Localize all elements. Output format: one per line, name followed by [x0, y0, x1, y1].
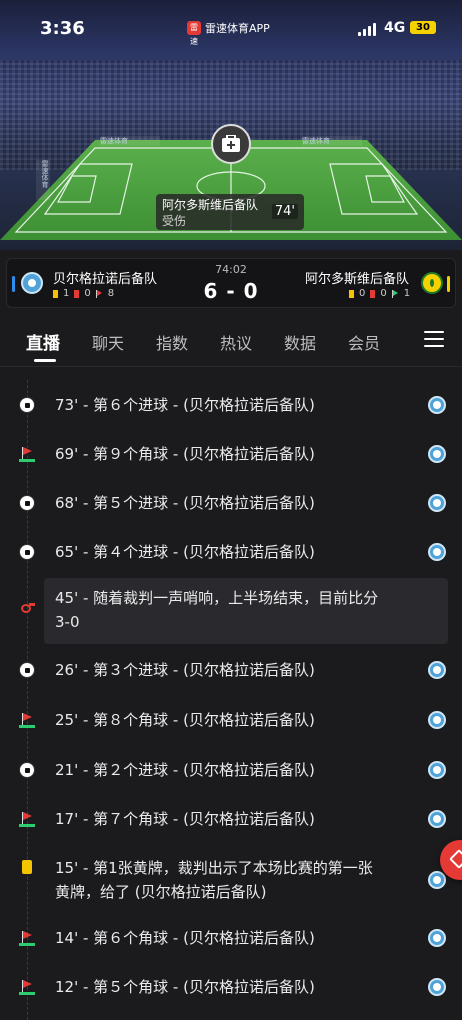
score-bar: 贝尔格拉诺后备队 1 0 8 74:02 6 - 0 阿尔多斯维后备队 0 0 …	[6, 258, 456, 308]
timeline-text: 17' - 第７个角球 - (贝尔格拉诺后备队)	[55, 810, 315, 828]
goal-ball-icon	[19, 495, 35, 511]
event-minute: 74'	[271, 204, 298, 219]
status-time: 3:36	[40, 18, 85, 39]
corner-flag-icon	[19, 712, 35, 728]
team-crest-icon	[428, 396, 446, 414]
team-crest-icon	[428, 929, 446, 947]
tab-odds[interactable]: 指数	[156, 330, 188, 354]
corner-flag-icon	[19, 979, 35, 995]
team-crest-icon	[428, 761, 446, 779]
sponsor-board: 雷速体育	[100, 136, 160, 146]
timeline-text: 69' - 第９个角球 - (贝尔格拉诺后备队)	[55, 445, 315, 463]
divider	[0, 366, 462, 367]
team-crest-icon	[428, 445, 446, 463]
timeline-line	[27, 380, 29, 1020]
yellow-card-icon	[349, 289, 354, 298]
sponsor-board: 雷速体育	[302, 136, 362, 146]
network-type: 4G	[384, 20, 406, 36]
timeline-text-line: 15' - 第1张黄牌，裁判出示了本场比赛的第一张	[55, 859, 373, 877]
menu-button[interactable]	[424, 331, 444, 347]
tab-chat[interactable]: 聊天	[92, 330, 124, 354]
cellular-signal-icon	[358, 23, 376, 36]
away-team-name[interactable]: 阿尔多斯维后备队	[305, 268, 409, 287]
tab-bar: 直播 聊天 指数 热议 数据 会员	[0, 318, 462, 362]
sponsor-board-side: 雷速体育	[36, 160, 50, 200]
event-type: 受伤	[162, 214, 187, 228]
event-team: 阿尔多斯维后备队	[162, 198, 259, 212]
corner-flag-icon	[391, 289, 399, 298]
red-card-icon	[370, 289, 376, 298]
away-red-count: 0	[380, 288, 387, 299]
timeline-text-line: 黄牌，给了 (贝尔格拉诺后备队)	[55, 883, 267, 901]
team-crest-icon	[428, 543, 446, 561]
corner-flag-icon	[19, 811, 35, 827]
tab-membership[interactable]: 会员	[348, 330, 380, 354]
active-tab-indicator	[34, 359, 56, 362]
timeline-text: 65' - 第４个进球 - (贝尔格拉诺后备队)	[55, 543, 315, 561]
corner-flag-icon	[19, 446, 35, 462]
timeline-text-line: 3-0	[55, 613, 80, 631]
status-bar: 3:36 雷速 雷速体育APP 4G 30	[0, 0, 462, 58]
away-corner-count: 1	[403, 288, 411, 299]
tab-discussion[interactable]: 热议	[220, 330, 252, 354]
app-name: 雷速体育APP	[205, 22, 270, 35]
away-team-marker	[447, 276, 450, 292]
timeline-text: 15' - 第1张黄牌，裁判出示了本场比赛的第一张 黄牌，给了 (贝尔格拉诺后备…	[55, 856, 373, 904]
battery-icon: 30	[410, 21, 436, 34]
timeline-text: 14' - 第６个角球 - (贝尔格拉诺后备队)	[55, 929, 315, 947]
away-team-crest-icon[interactable]	[421, 272, 443, 294]
goal-ball-icon	[19, 662, 35, 678]
timeline-text: 73' - 第６个进球 - (贝尔格拉诺后备队)	[55, 396, 315, 414]
timeline-text: 26' - 第３个进球 - (贝尔格拉诺后备队)	[55, 661, 315, 679]
timeline-text: 68' - 第５个进球 - (贝尔格拉诺后备队)	[55, 494, 315, 512]
team-crest-icon	[428, 871, 446, 889]
yellow-card-icon	[22, 860, 32, 874]
away-yellow-count: 0	[359, 288, 366, 299]
timeline-text: 12' - 第５个角球 - (贝尔格拉诺后备队)	[55, 978, 315, 996]
goal-ball-icon	[19, 762, 35, 778]
whistle-icon	[19, 600, 35, 616]
team-crest-icon	[428, 494, 446, 512]
timeline-text: 45' - 随着裁判一声哨响，上半场结束，目前比分 3-0	[55, 586, 435, 634]
tab-data[interactable]: 数据	[284, 330, 316, 354]
goal-ball-icon	[19, 397, 35, 413]
corner-flag-icon	[19, 930, 35, 946]
timeline-text-line: 45' - 随着裁判一声哨响，上半场结束，目前比分	[55, 589, 379, 607]
team-crest-icon	[428, 711, 446, 729]
event-popup: 阿尔多斯维后备队 受伤 74'	[156, 194, 304, 230]
app-badge[interactable]: 雷速 雷速体育APP	[187, 20, 270, 46]
away-team-stats: 0 0 1	[349, 288, 410, 299]
team-crest-icon	[428, 810, 446, 828]
halftime-card: 45' - 随着裁判一声哨响，上半场结束，目前比分 3-0	[44, 578, 448, 644]
team-crest-icon	[428, 661, 446, 679]
app-logo-icon: 雷速	[187, 21, 201, 46]
goal-ball-icon	[19, 544, 35, 560]
medical-kit-icon	[211, 124, 251, 164]
timeline-text: 25' - 第８个角球 - (贝尔格拉诺后备队)	[55, 711, 315, 729]
tab-live[interactable]: 直播	[26, 329, 60, 354]
timeline-text: 21' - 第２个进球 - (贝尔格拉诺后备队)	[55, 761, 315, 779]
team-crest-icon	[428, 978, 446, 996]
